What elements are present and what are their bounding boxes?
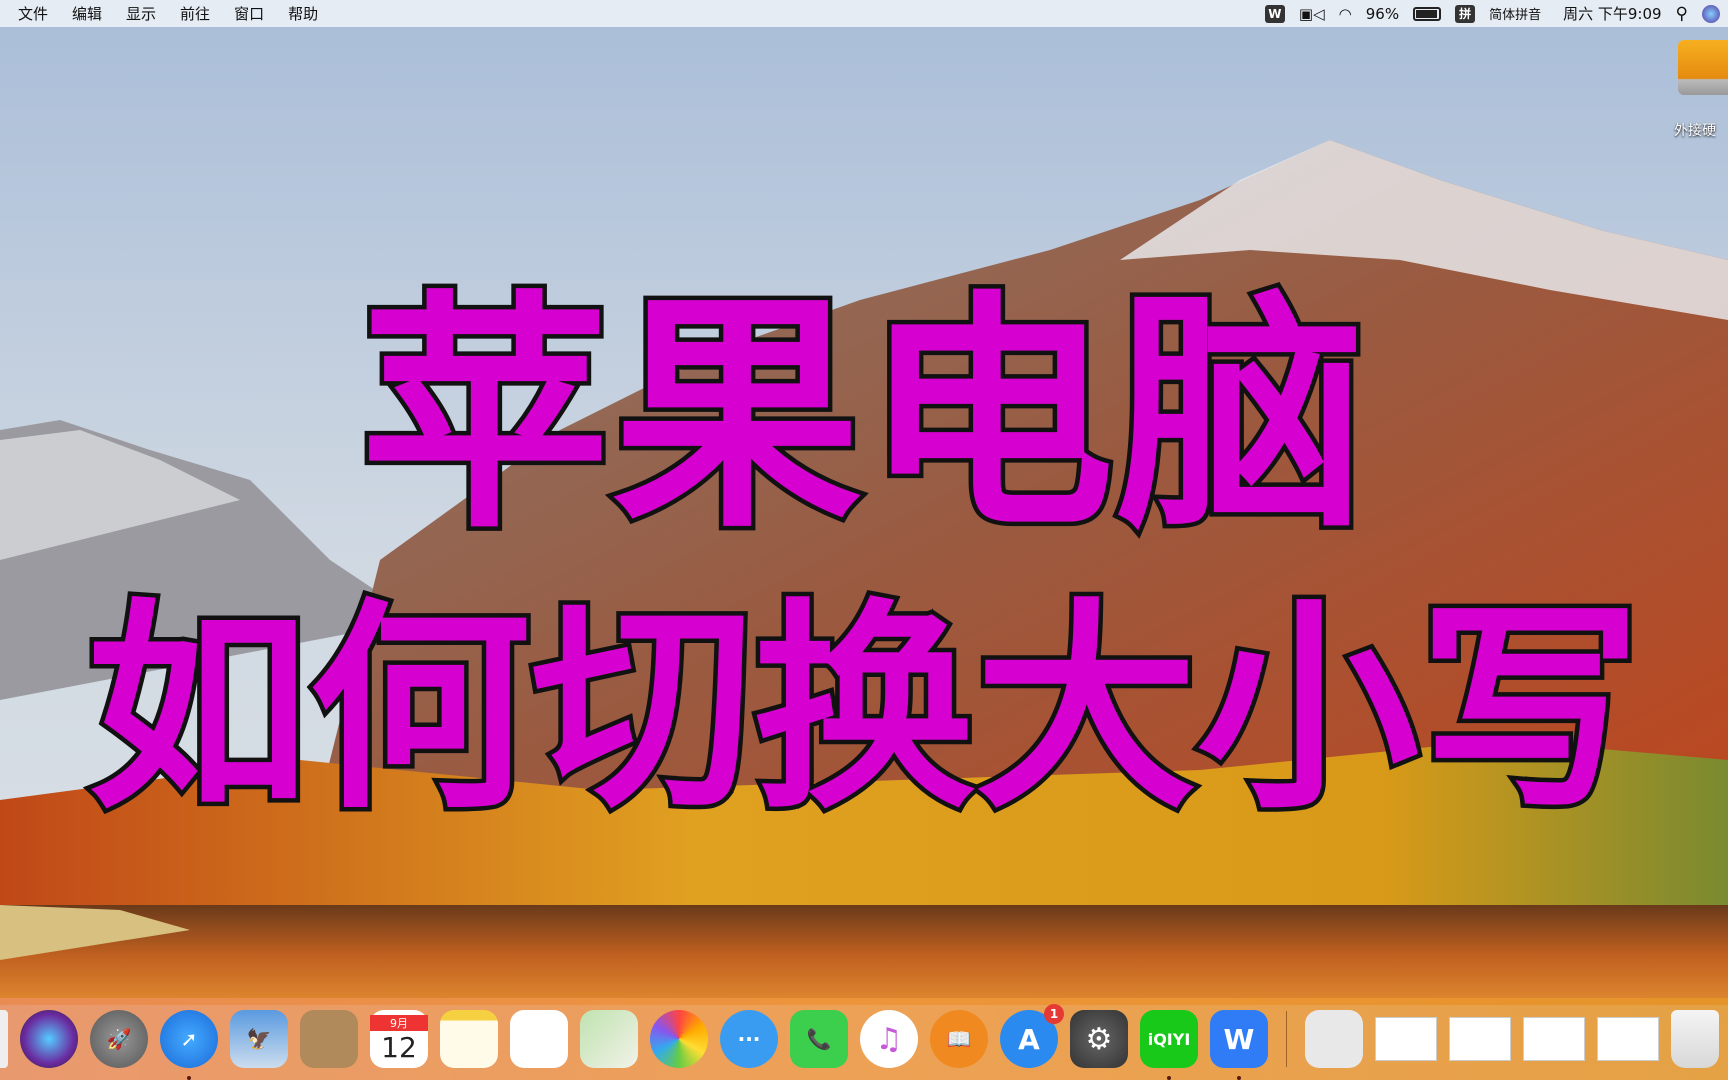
dock-facetime-icon[interactable]: 📞: [790, 1010, 848, 1068]
dock-minimized-window-finder[interactable]: [1375, 1017, 1437, 1061]
dock-separator: [1286, 1011, 1287, 1067]
menu-go[interactable]: 前往: [180, 3, 210, 24]
input-method-icon[interactable]: 拼: [1455, 4, 1476, 23]
battery-percent[interactable]: 96%: [1366, 5, 1399, 23]
dock-minimized-window-safari[interactable]: [1449, 1017, 1511, 1061]
siri-icon[interactable]: [1702, 4, 1720, 23]
dock-messages-icon[interactable]: ···: [720, 1010, 778, 1068]
dock-minimized-window-finder-2[interactable]: [1523, 1017, 1585, 1061]
dock: 🚀 ➚ 🦅 9月 12 ··· 📞 ♫ 📖 A1 ⚙ iQIYI W: [0, 998, 1728, 1080]
dock-launchpad-icon[interactable]: 🚀: [90, 1010, 148, 1068]
external-drive-icon: [1678, 40, 1728, 95]
calendar-month: 9月: [370, 1014, 428, 1031]
dock-photos-icon[interactable]: [650, 1010, 708, 1068]
menu-file[interactable]: 文件: [18, 3, 48, 24]
menu-edit[interactable]: 编辑: [72, 3, 102, 24]
dock-folder-stack-icon[interactable]: [1305, 1010, 1363, 1068]
dock-mail-icon[interactable]: 🦅: [230, 1010, 288, 1068]
clock[interactable]: 周六 下午9:09: [1563, 3, 1661, 24]
dock-minimized-window-wps[interactable]: [1597, 1017, 1659, 1061]
dock-maps-icon[interactable]: [580, 1010, 638, 1068]
dock-reminders-icon[interactable]: [510, 1010, 568, 1068]
dock-notes-icon[interactable]: [440, 1010, 498, 1068]
menu-help[interactable]: 帮助: [288, 3, 318, 24]
dock-music-icon[interactable]: ♫: [860, 1010, 918, 1068]
dock-wps-icon[interactable]: W: [1210, 1010, 1268, 1080]
overlay-title-line2: 如何切换大小写: [83, 577, 1646, 844]
dock-trash-icon[interactable]: [1671, 1010, 1719, 1068]
iqiyi-label: iQIYI: [1147, 1029, 1191, 1049]
external-drive-label: 外接硬: [1674, 123, 1716, 139]
menu-bar: 文件 编辑 显示 前往 窗口 帮助 W ▣◁ ◠ 96% 拼 简体拼音 周六 下…: [0, 0, 1728, 27]
wps-icon[interactable]: W: [1264, 4, 1285, 23]
dock-iqiyi-icon[interactable]: iQIYI: [1140, 1010, 1198, 1080]
dock-calendar-icon[interactable]: 9月 12: [370, 1010, 428, 1068]
input-method-label[interactable]: 简体拼音: [1489, 4, 1541, 23]
dock-siri-icon[interactable]: [20, 1010, 78, 1068]
dock-books-icon[interactable]: 📖: [930, 1010, 988, 1068]
external-drive[interactable]: 外接硬: [1674, 40, 1728, 139]
menu-view[interactable]: 显示: [126, 3, 156, 24]
facetime-camera-icon[interactable]: ▣◁: [1299, 5, 1325, 23]
appstore-badge: 1: [1044, 1004, 1064, 1024]
search-icon[interactable]: ⚲: [1676, 4, 1688, 24]
calendar-day: 12: [381, 1030, 417, 1064]
dock-safari-icon[interactable]: ➚: [160, 1010, 218, 1080]
battery-icon[interactable]: [1413, 6, 1442, 21]
dock-appstore-icon[interactable]: A1: [1000, 1004, 1064, 1068]
wifi-icon[interactable]: ◠: [1339, 5, 1352, 23]
overlay-title-line1: 苹果电脑: [356, 266, 1371, 566]
dock-contacts-icon[interactable]: [300, 1010, 358, 1068]
dock-finder-icon[interactable]: [0, 1010, 8, 1068]
wps-label: W: [1223, 1022, 1255, 1056]
menu-window[interactable]: 窗口: [234, 3, 264, 24]
dock-system-preferences-icon[interactable]: ⚙: [1070, 1010, 1128, 1068]
